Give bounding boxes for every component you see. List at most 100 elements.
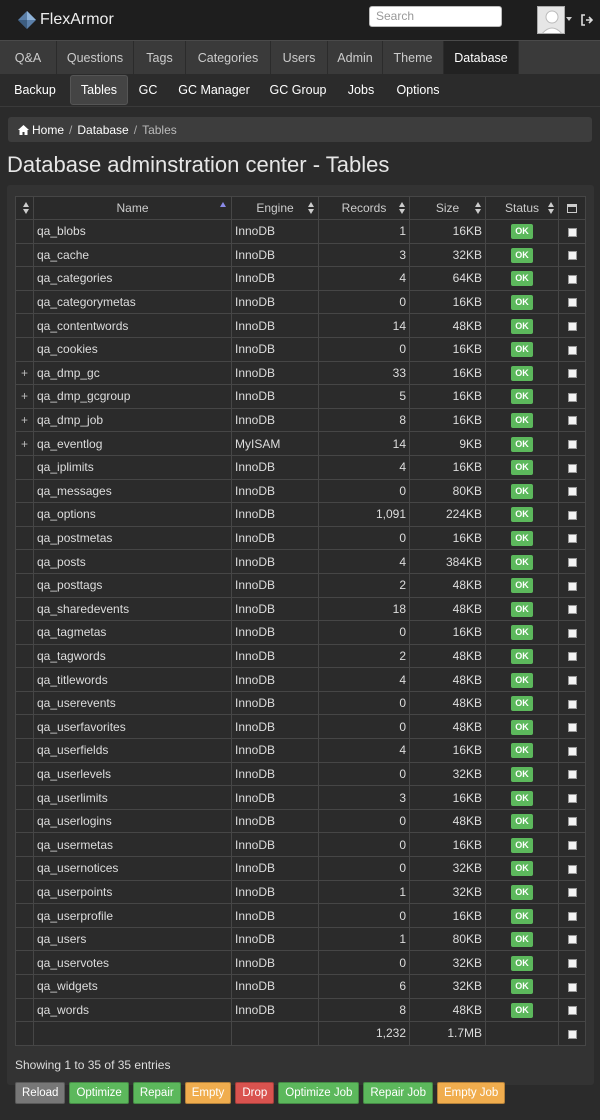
row-checkbox-cell[interactable] bbox=[558, 313, 586, 338]
row-checkbox-cell[interactable] bbox=[558, 856, 586, 881]
expand-cell[interactable] bbox=[15, 856, 34, 881]
expand-cell[interactable] bbox=[15, 478, 34, 504]
expand-icon[interactable]: + bbox=[21, 389, 28, 403]
expand-cell[interactable]: + bbox=[15, 360, 34, 386]
table-row[interactable]: qa_postmetas InnoDB 0 16KB OK bbox=[15, 525, 586, 551]
row-checkbox[interactable] bbox=[567, 345, 577, 355]
expand-icon[interactable]: + bbox=[21, 366, 28, 380]
table-row[interactable]: qa_cache InnoDB 3 32KB OK bbox=[15, 242, 586, 268]
table-row[interactable]: qa_userprofile InnoDB 0 16KB OK bbox=[15, 903, 586, 928]
table-row[interactable]: qa_userlogins InnoDB 0 48KB OK bbox=[15, 808, 586, 834]
row-checkbox-cell[interactable] bbox=[558, 620, 586, 645]
row-checkbox-cell[interactable] bbox=[558, 525, 586, 551]
row-checkbox-cell[interactable] bbox=[558, 832, 586, 858]
row-checkbox-cell[interactable] bbox=[558, 502, 586, 527]
table-row[interactable]: qa_userpoints InnoDB 1 32KB OK bbox=[15, 879, 586, 905]
logout-button[interactable] bbox=[576, 6, 598, 34]
column-header-name[interactable]: Name bbox=[33, 196, 232, 220]
subnav-item-gc-manager[interactable]: GC Manager bbox=[168, 75, 260, 105]
nav-item-tags[interactable]: Tags bbox=[134, 41, 186, 75]
table-row[interactable]: qa_contentwords InnoDB 14 48KB OK bbox=[15, 313, 586, 338]
row-checkbox[interactable] bbox=[567, 746, 577, 756]
table-row[interactable]: qa_usernotices InnoDB 0 32KB OK bbox=[15, 856, 586, 881]
row-checkbox[interactable] bbox=[567, 841, 577, 851]
user-avatar[interactable] bbox=[537, 6, 565, 34]
table-row[interactable]: qa_userfields InnoDB 4 16KB OK bbox=[15, 738, 586, 763]
row-checkbox[interactable] bbox=[567, 369, 577, 379]
subnav-item-gc-group[interactable]: GC Group bbox=[260, 75, 336, 105]
row-checkbox[interactable] bbox=[567, 227, 577, 237]
row-checkbox[interactable] bbox=[567, 439, 577, 449]
row-checkbox-cell[interactable] bbox=[558, 785, 586, 810]
expand-cell[interactable] bbox=[15, 667, 34, 692]
brand-logo[interactable]: FlexArmor bbox=[16, 9, 114, 31]
table-row[interactable]: qa_iplimits InnoDB 4 16KB OK bbox=[15, 454, 586, 480]
table-row[interactable]: qa_categorymetas InnoDB 0 16KB OK bbox=[15, 289, 586, 315]
row-checkbox[interactable] bbox=[567, 982, 577, 992]
checkbox[interactable] bbox=[567, 1029, 577, 1039]
row-checkbox-cell[interactable] bbox=[558, 879, 586, 905]
row-checkbox-cell[interactable] bbox=[558, 454, 586, 480]
table-row[interactable]: qa_userlimits InnoDB 3 16KB OK bbox=[15, 785, 586, 810]
table-row[interactable]: qa_words InnoDB 8 48KB OK bbox=[15, 997, 586, 1023]
table-row[interactable]: qa_messages InnoDB 0 80KB OK bbox=[15, 478, 586, 504]
expand-cell[interactable] bbox=[15, 879, 34, 905]
expand-cell[interactable] bbox=[15, 997, 34, 1023]
nav-item-users[interactable]: Users bbox=[271, 41, 328, 75]
row-checkbox-cell[interactable] bbox=[558, 549, 586, 574]
expand-icon[interactable]: + bbox=[21, 437, 28, 451]
expand-cell[interactable] bbox=[15, 502, 34, 527]
row-checkbox-cell[interactable] bbox=[558, 926, 586, 952]
expand-cell[interactable] bbox=[15, 219, 34, 244]
expand-cell[interactable] bbox=[15, 313, 34, 338]
row-checkbox-cell[interactable] bbox=[558, 219, 586, 244]
table-row[interactable]: qa_titlewords InnoDB 4 48KB OK bbox=[15, 667, 586, 692]
row-checkbox-cell[interactable] bbox=[558, 384, 586, 409]
table-row[interactable]: qa_tagwords InnoDB 2 48KB OK bbox=[15, 643, 586, 669]
expand-cell[interactable] bbox=[15, 596, 34, 622]
expand-cell[interactable] bbox=[15, 926, 34, 952]
row-checkbox[interactable] bbox=[567, 652, 577, 662]
expand-cell[interactable] bbox=[15, 808, 34, 834]
expand-cell[interactable]: + bbox=[15, 407, 34, 433]
column-header-select-all[interactable] bbox=[558, 196, 586, 220]
nav-item-categories[interactable]: Categories bbox=[186, 41, 271, 75]
row-checkbox-cell[interactable] bbox=[558, 997, 586, 1023]
search-input[interactable]: Search bbox=[369, 6, 502, 27]
nav-item-database[interactable]: Database bbox=[444, 41, 519, 75]
row-checkbox-cell[interactable] bbox=[558, 360, 586, 386]
row-checkbox[interactable] bbox=[567, 864, 577, 874]
expand-cell[interactable] bbox=[15, 761, 34, 787]
row-checkbox[interactable] bbox=[567, 793, 577, 803]
expand-cell[interactable] bbox=[15, 643, 34, 669]
row-checkbox-cell[interactable] bbox=[558, 738, 586, 763]
expand-cell[interactable] bbox=[15, 690, 34, 716]
row-checkbox[interactable] bbox=[567, 251, 577, 261]
table-row[interactable]: + qa_eventlog MyISAM 14 9KB OK bbox=[15, 431, 586, 456]
table-row[interactable]: qa_userfavorites InnoDB 0 48KB OK bbox=[15, 714, 586, 740]
home-icon[interactable] bbox=[18, 124, 29, 135]
empty-button[interactable]: Empty bbox=[184, 1082, 232, 1104]
expand-cell[interactable] bbox=[15, 832, 34, 858]
expand-cell[interactable] bbox=[15, 336, 34, 362]
reload-button[interactable]: Reload bbox=[15, 1082, 66, 1104]
table-row[interactable]: qa_widgets InnoDB 6 32KB OK bbox=[15, 974, 586, 999]
row-checkbox[interactable] bbox=[567, 392, 577, 402]
empty-job-button[interactable]: Empty Job bbox=[436, 1082, 506, 1104]
table-row[interactable]: qa_users InnoDB 1 80KB OK bbox=[15, 926, 586, 952]
expand-cell[interactable] bbox=[15, 974, 34, 999]
expand-cell[interactable]: + bbox=[15, 431, 34, 456]
row-checkbox-cell[interactable] bbox=[558, 643, 586, 669]
expand-cell[interactable]: + bbox=[15, 384, 34, 409]
table-row[interactable]: qa_tagmetas InnoDB 0 16KB OK bbox=[15, 620, 586, 645]
table-row[interactable]: + qa_dmp_job InnoDB 8 16KB OK bbox=[15, 407, 586, 433]
expand-cell[interactable] bbox=[15, 950, 34, 975]
row-checkbox-cell[interactable] bbox=[558, 572, 586, 598]
column-header-expand[interactable] bbox=[15, 196, 34, 220]
table-row[interactable]: qa_sharedevents InnoDB 18 48KB OK bbox=[15, 596, 586, 622]
row-checkbox[interactable] bbox=[567, 581, 577, 591]
row-checkbox[interactable] bbox=[567, 935, 577, 945]
table-row[interactable]: qa_categories InnoDB 4 64KB OK bbox=[15, 266, 586, 291]
row-checkbox-cell[interactable] bbox=[558, 808, 586, 834]
row-checkbox-cell[interactable] bbox=[558, 242, 586, 268]
